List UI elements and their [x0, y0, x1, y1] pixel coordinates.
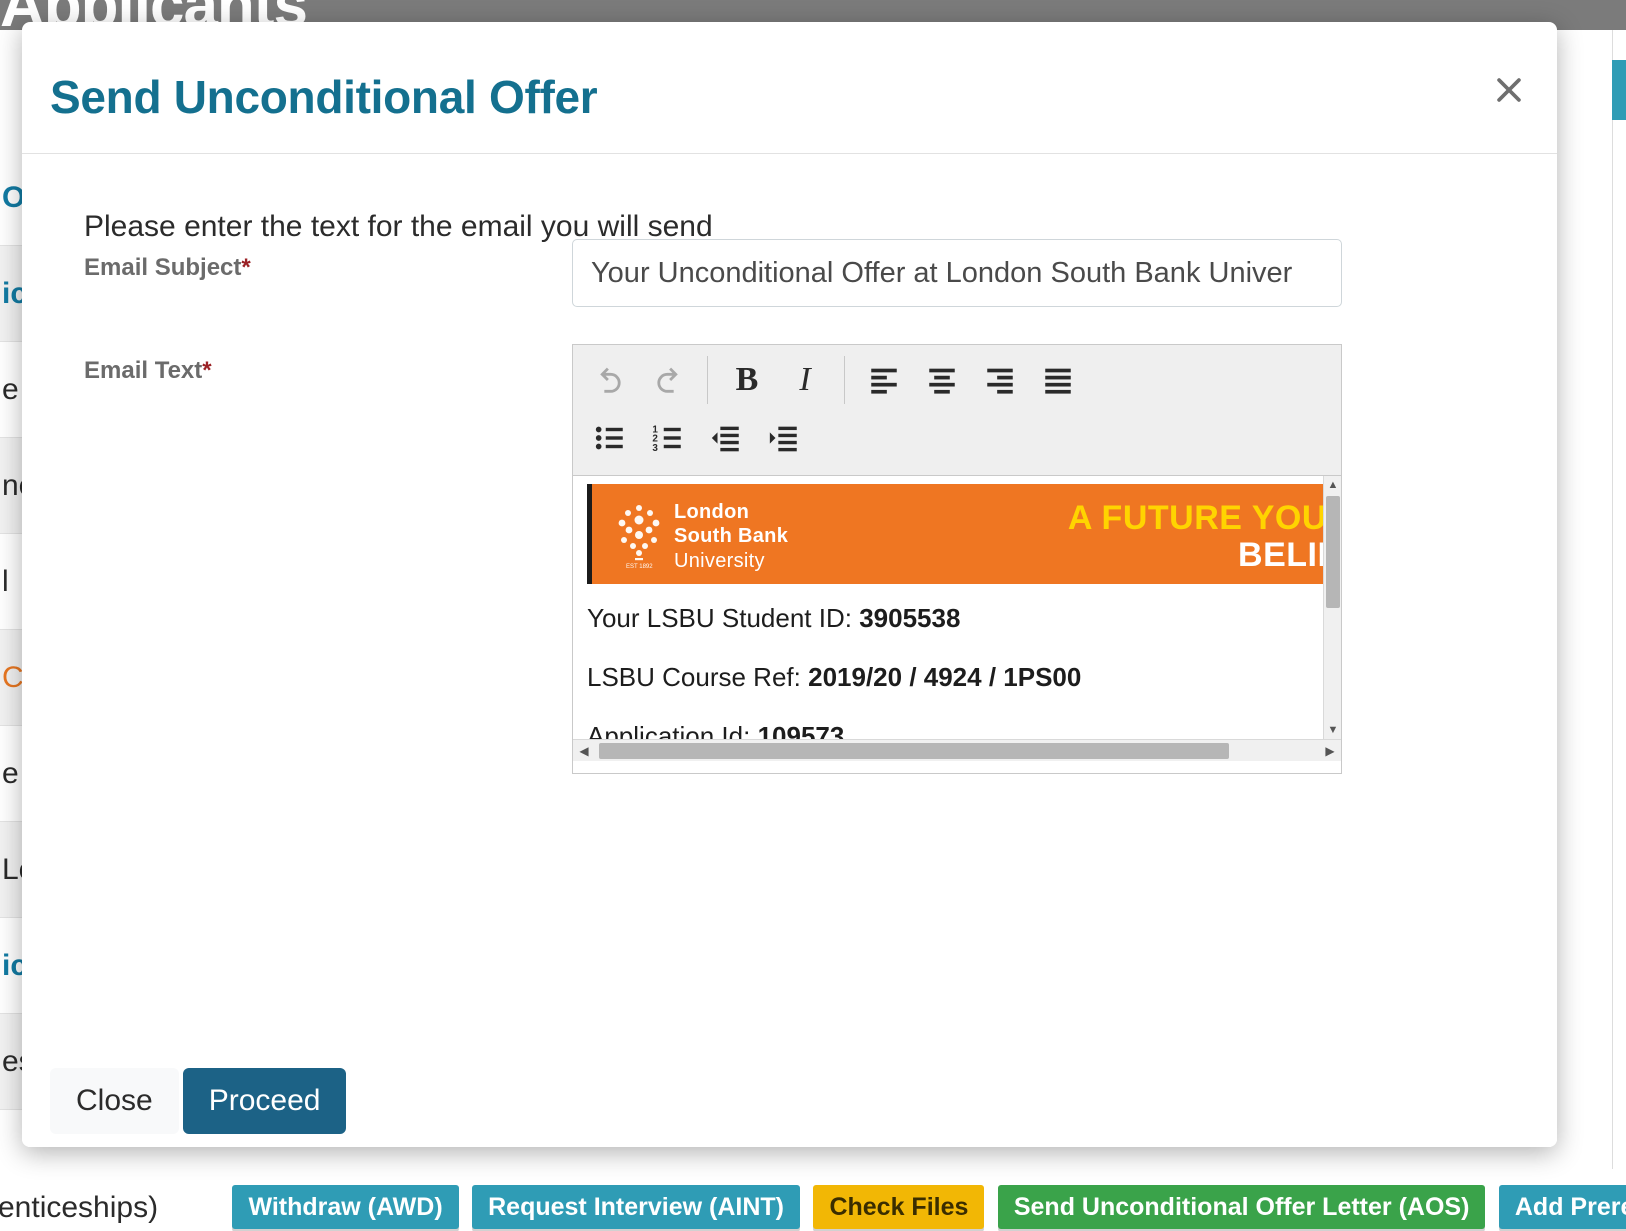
required-marker: *	[241, 254, 251, 281]
student-id-value: 3905538	[859, 603, 961, 633]
scroll-up-icon[interactable]: ▲	[1324, 476, 1341, 494]
email-text-editor: B I 1 2 3 EST 1892 London South Bank Uni…	[572, 344, 1342, 774]
course-ref-line: LSBU Course Ref: 2019/20 / 4924 / 1PS00	[587, 661, 1311, 694]
undo-icon[interactable]	[581, 354, 639, 406]
background-action-buttons: Withdraw (AWD) Request Interview (AINT) …	[0, 1185, 1626, 1229]
scroll-down-icon[interactable]: ▼	[1324, 721, 1341, 739]
send-unconditional-offer-modal: Send Unconditional Offer Please enter th…	[22, 22, 1557, 1147]
svg-text:3: 3	[652, 443, 658, 454]
send-unconditional-offer-letter-button[interactable]: Send Unconditional Offer Letter (AOS)	[997, 1185, 1486, 1229]
student-id-label: Your LSBU Student ID:	[587, 603, 852, 633]
check-files-button[interactable]: Check Files	[813, 1185, 985, 1229]
bold-glyph: B	[735, 361, 759, 398]
proceed-button[interactable]: Proceed	[182, 1068, 347, 1134]
align-justify-icon[interactable]	[1029, 354, 1087, 406]
editor-toolbar-row-2: 1 2 3	[581, 409, 1333, 467]
modal-body: Please enter the text for the email you …	[22, 154, 1557, 1054]
required-marker: *	[202, 357, 212, 384]
application-id-line: Application Id: 109573	[587, 720, 1311, 740]
background-action-bar: renticeships) Withdraw (AWD) Request Int…	[0, 1169, 1626, 1231]
align-center-icon[interactable]	[913, 354, 971, 406]
editor-canvas[interactable]: EST 1892 London South Bank University A …	[573, 476, 1341, 761]
page-title: Send Unconditional Offer	[50, 71, 598, 123]
scroll-left-icon[interactable]: ◀	[573, 740, 595, 761]
email-text-label-text: Email Text	[84, 357, 203, 384]
toolbar-separator	[844, 356, 845, 404]
application-id-value: 109573	[757, 720, 845, 740]
italic-icon[interactable]: I	[776, 354, 834, 406]
lsbu-wordmark-line3: University	[674, 549, 765, 572]
italic-glyph: I	[799, 361, 811, 398]
lsbu-slogan: A FUTURE YOU CA BELIEVE	[1068, 500, 1323, 573]
indent-icon[interactable]	[755, 412, 813, 464]
editor-vertical-scroll-thumb[interactable]	[1326, 496, 1340, 608]
align-left-icon[interactable]	[855, 354, 913, 406]
scroll-right-icon[interactable]: ▶	[1319, 740, 1341, 761]
add-prerequisites-button[interactable]: Add Prerequisites	[1498, 1185, 1626, 1229]
editor-horizontal-scroll-thumb[interactable]	[599, 743, 1229, 759]
application-id-label: Application Id:	[587, 720, 751, 740]
request-interview-button[interactable]: Request Interview (AINT)	[472, 1185, 800, 1229]
close-button[interactable]: Close	[50, 1068, 179, 1134]
bullet-list-icon[interactable]	[581, 412, 639, 464]
align-right-icon[interactable]	[971, 354, 1029, 406]
modal-header: Send Unconditional Offer	[22, 22, 1557, 154]
close-icon[interactable]	[1489, 70, 1529, 110]
email-subject-label: Email Subject*	[84, 254, 251, 282]
outdent-icon[interactable]	[697, 412, 755, 464]
course-ref-value: 2019/20 / 4924 / 1PS00	[808, 661, 1082, 692]
lsbu-wordmark: London South Bank University	[674, 500, 788, 573]
lsbu-email-banner: EST 1892 London South Bank University A …	[587, 484, 1323, 584]
email-subject-input[interactable]: Your Unconditional Offer at London South…	[572, 239, 1342, 307]
lsbu-wordmark-line1: London	[674, 501, 750, 523]
student-id-line: Your LSBU Student ID: 3905538	[587, 602, 1311, 635]
lsbu-slogan-line1: A FUTURE YOU CA	[1067, 499, 1323, 537]
email-body-content[interactable]: EST 1892 London South Bank University A …	[573, 476, 1323, 739]
editor-vertical-scrollbar[interactable]: ▲ ▼	[1323, 476, 1341, 739]
svg-text:EST 1892: EST 1892	[626, 564, 653, 570]
toolbar-separator	[707, 356, 708, 404]
editor-toolbar-row-1: B I	[581, 351, 1333, 409]
redo-icon[interactable]	[639, 354, 697, 406]
lsbu-crest-icon: EST 1892	[618, 505, 660, 570]
editor-horizontal-scrollbar[interactable]: ◀ ▶	[573, 739, 1341, 761]
email-text-label: Email Text*	[84, 357, 212, 385]
withdraw-button[interactable]: Withdraw (AWD)	[232, 1185, 459, 1229]
background-right-edge	[1612, 30, 1626, 1231]
email-subject-label-text: Email Subject	[84, 254, 242, 281]
course-ref-label: LSBU Course Ref:	[587, 661, 801, 692]
numbered-list-icon[interactable]: 1 2 3	[639, 412, 697, 464]
lsbu-wordmark-line2: South Bank	[674, 525, 789, 548]
bold-icon[interactable]: B	[718, 354, 776, 406]
editor-toolbar: B I 1 2 3	[573, 345, 1341, 476]
background-right-accent	[1612, 60, 1626, 120]
lsbu-slogan-line2: BELIEVE	[1238, 535, 1323, 574]
modal-footer: Close Proceed	[22, 1055, 1557, 1147]
